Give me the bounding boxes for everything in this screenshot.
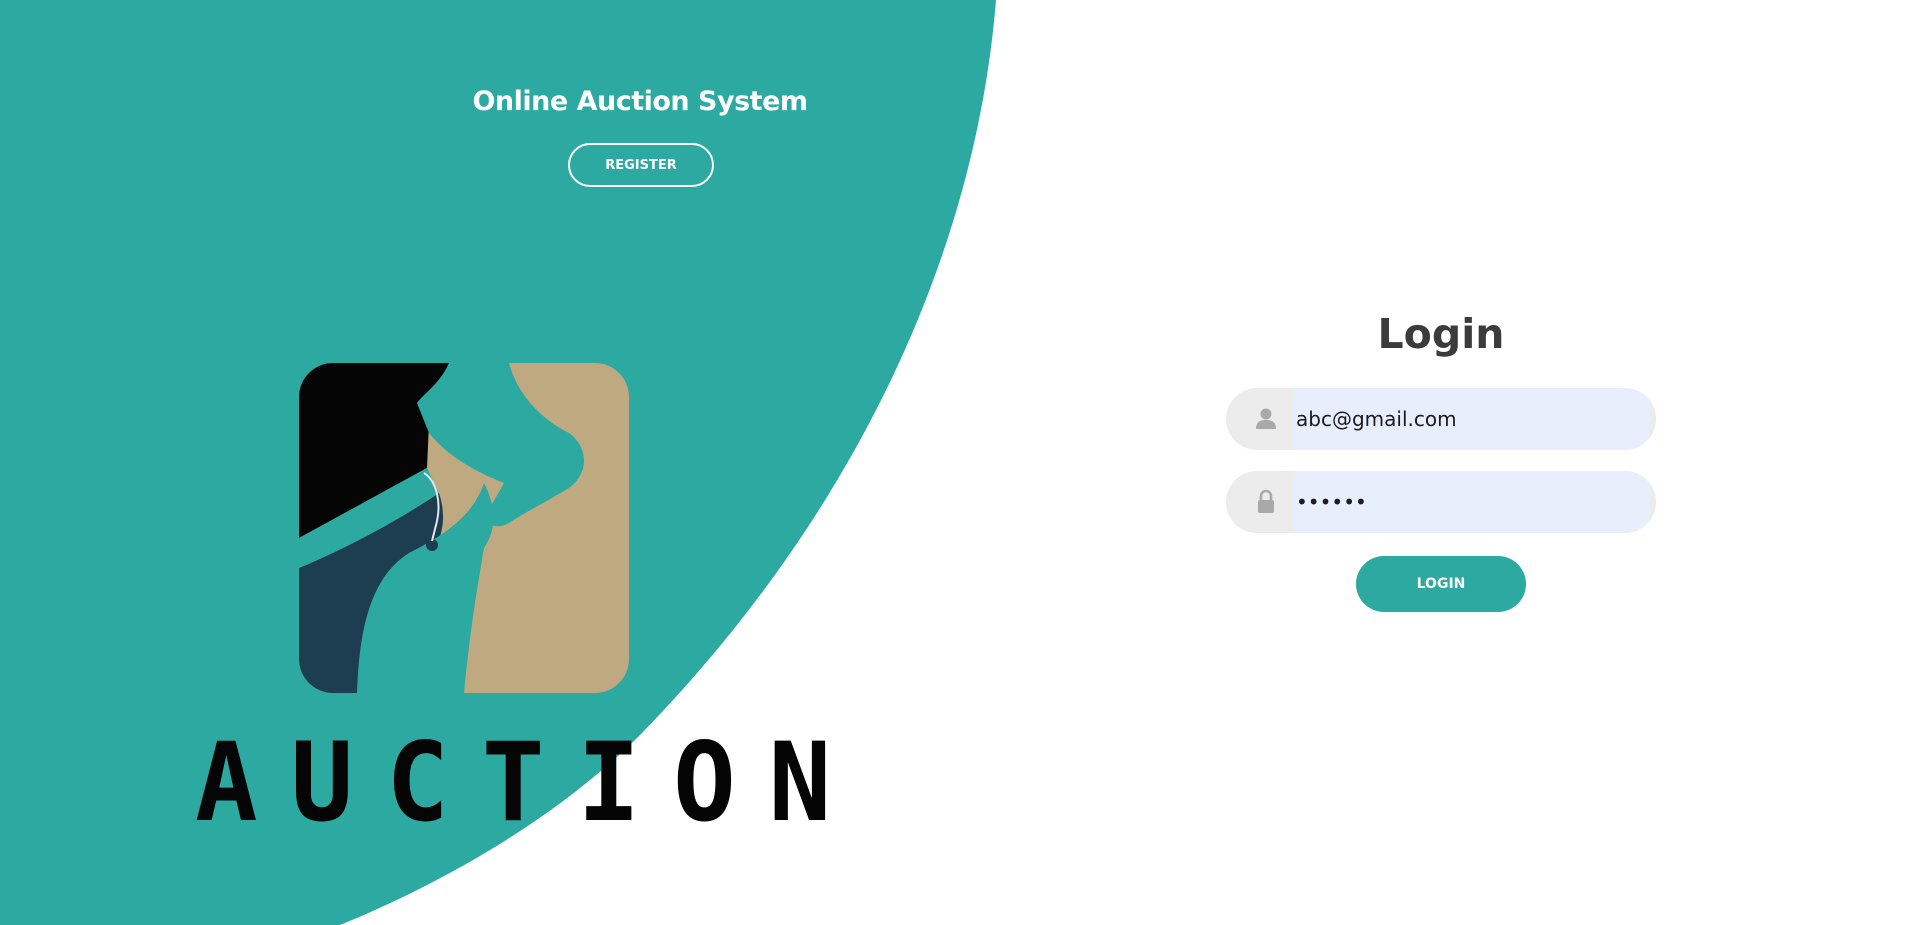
- gavel-hand-icon: [299, 363, 629, 693]
- password-field[interactable]: ••••••: [1226, 471, 1656, 533]
- login-page: Online Auction System REGISTER AUCTION L: [0, 0, 1917, 925]
- login-button[interactable]: LOGIN: [1356, 556, 1526, 612]
- lock-icon: [1258, 489, 1274, 513]
- login-heading: Login: [1377, 310, 1505, 358]
- user-icon: [1256, 408, 1276, 429]
- site-title: Online Auction System: [472, 86, 808, 117]
- logo-wordmark: AUCTION: [195, 717, 865, 847]
- email-input[interactable]: abc@gmail.com: [1294, 388, 1650, 450]
- password-input[interactable]: ••••••: [1294, 471, 1650, 533]
- auction-logo: AUCTION: [195, 360, 865, 847]
- register-button[interactable]: REGISTER: [568, 143, 714, 187]
- email-field[interactable]: abc@gmail.com: [1226, 388, 1656, 450]
- login-form: Login abc@gmail.com •••••• LOGIN: [1226, 300, 1656, 620]
